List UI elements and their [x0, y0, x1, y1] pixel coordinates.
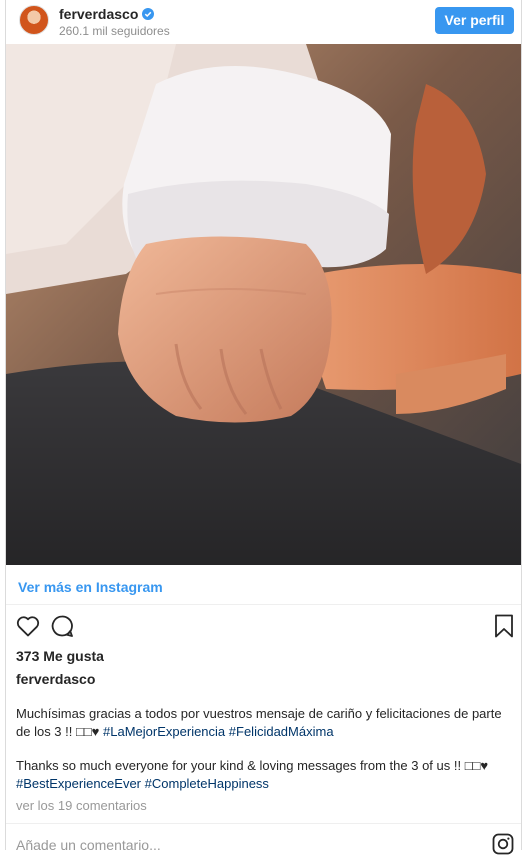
hashtag[interactable]: #LaMejorExperiencia: [103, 724, 225, 739]
caption-spanish: Muchísimas gracias a todos por vuestros …: [16, 705, 516, 741]
divider: [6, 604, 521, 605]
username-row: ferverdasco: [59, 6, 155, 22]
view-profile-button[interactable]: Ver perfil: [435, 7, 514, 34]
caption-author[interactable]: ferverdasco: [16, 671, 95, 687]
view-comments-link[interactable]: ver los 19 comentarios: [16, 798, 147, 813]
bookmark-icon[interactable]: [494, 614, 514, 638]
like-count[interactable]: 373 Me gusta: [16, 648, 104, 664]
see-more-link[interactable]: Ver más en Instagram: [18, 579, 163, 595]
caption-english-text: Thanks so much everyone for your kind & …: [16, 758, 489, 773]
verified-icon: [142, 8, 155, 20]
post-header: ferverdasco 260.1 mil seguidores Ver per…: [6, 0, 521, 44]
divider: [6, 823, 521, 824]
photo-illustration: [6, 44, 521, 565]
add-comment-input[interactable]: Añade un comentario...: [16, 837, 161, 853]
instagram-icon[interactable]: [492, 833, 514, 855]
hashtag[interactable]: #BestExperienceEver: [16, 776, 141, 791]
username[interactable]: ferverdasco: [59, 6, 138, 22]
caption-english: Thanks so much everyone for your kind & …: [16, 757, 516, 793]
comment-icon[interactable]: [50, 614, 74, 638]
hashtag[interactable]: #FelicidadMáxima: [229, 724, 334, 739]
avatar[interactable]: [19, 5, 49, 35]
hashtag[interactable]: #CompleteHappiness: [145, 776, 269, 791]
heart-icon[interactable]: [16, 615, 40, 637]
follower-count: 260.1 mil seguidores: [59, 24, 170, 38]
instagram-embed-card: ferverdasco 260.1 mil seguidores Ver per…: [5, 0, 522, 855]
post-photo[interactable]: [6, 44, 521, 565]
